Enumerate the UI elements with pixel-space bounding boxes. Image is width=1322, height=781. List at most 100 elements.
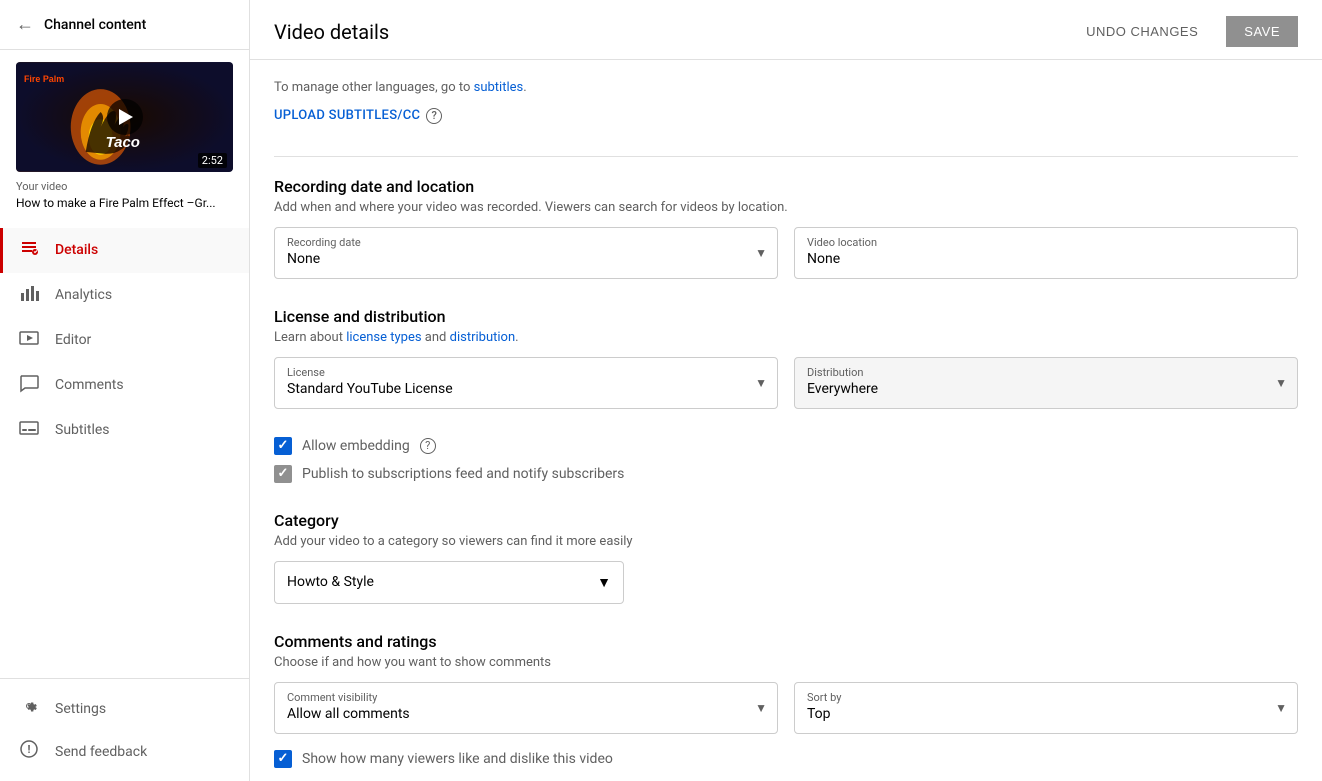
distribution-select[interactable]: Distribution Everywhere ▼ <box>794 357 1298 409</box>
feedback-label: Send feedback <box>55 744 147 760</box>
recording-section-desc: Add when and where your video was record… <box>274 200 1298 215</box>
video-duration: 2:52 <box>198 153 227 168</box>
sidebar-item-subtitles[interactable]: Subtitles <box>0 408 249 453</box>
sort-by-field: Sort by Top ▼ <box>794 682 1298 734</box>
video-info: Your video How to make a Fire Palm Effec… <box>0 180 249 224</box>
video-title: How to make a Fire Palm Effect –Gr... <box>16 195 233 212</box>
license-section-desc: Learn about license types and distributi… <box>274 330 1298 345</box>
back-button[interactable]: ← <box>16 14 34 35</box>
details-icon <box>19 238 39 263</box>
details-label: Details <box>55 242 98 258</box>
embedding-help-icon[interactable]: ? <box>420 438 436 454</box>
video-location-label: Video location <box>807 236 1285 249</box>
comment-visibility-arrow: ▼ <box>755 701 767 715</box>
license-section-title: License and distribution <box>274 307 1298 326</box>
main-header: Video details UNDO CHANGES SAVE <box>250 0 1322 60</box>
analytics-label: Analytics <box>55 287 112 303</box>
comments-icon <box>19 373 39 398</box>
editor-label: Editor <box>55 332 91 348</box>
show-likes-label: Show how many viewers like and dislike t… <box>302 751 613 767</box>
video-location-field: Video location None <box>794 227 1298 279</box>
show-likes-row: ✓ Show how many viewers like and dislike… <box>274 750 1298 768</box>
category-arrow: ▼ <box>597 574 611 591</box>
upload-subtitles-button[interactable]: UPLOAD SUBTITLES/CC ? <box>274 108 442 124</box>
subtitles-icon <box>19 418 39 443</box>
show-likes-checkbox[interactable]: ✓ <box>274 750 292 768</box>
editor-icon <box>19 328 39 353</box>
likes-checkmark-icon: ✓ <box>278 751 289 766</box>
category-value: Howto & Style <box>287 574 374 590</box>
allow-embedding-label: Allow embedding <box>302 438 410 454</box>
comments-ratings-section: Comments and ratings Choose if and how y… <box>274 632 1298 768</box>
license-types-link[interactable]: license types <box>346 330 421 345</box>
subtitles-section: To manage other languages, go to subtitl… <box>274 80 1298 128</box>
license-arrow: ▼ <box>755 376 767 390</box>
distribution-value: Everywhere <box>807 381 1285 397</box>
allow-embedding-row: ✓ Allow embedding ? <box>274 437 1298 455</box>
nav-items: Details Analytics Editor Comments Subtit… <box>0 224 249 678</box>
distribution-field: Distribution Everywhere ▼ <box>794 357 1298 409</box>
checkmark-icon: ✓ <box>278 438 289 453</box>
comments-label: Comments <box>55 377 124 393</box>
recording-date-value: None <box>287 251 765 267</box>
subtitles-label: Subtitles <box>55 422 110 438</box>
category-section: Category Add your video to a category so… <box>274 511 1298 604</box>
analytics-icon <box>19 283 39 308</box>
distribution-link[interactable]: distribution <box>450 330 516 345</box>
save-button[interactable]: SAVE <box>1226 16 1298 47</box>
svg-text:!: ! <box>28 743 31 756</box>
recording-section-title: Recording date and location <box>274 177 1298 196</box>
settings-label: Settings <box>55 701 106 717</box>
subtitles-desc: To manage other languages, go to subtitl… <box>274 80 1298 95</box>
category-section-title: Category <box>274 511 1298 530</box>
sidebar-item-details[interactable]: Details <box>0 228 249 273</box>
distribution-arrow: ▼ <box>1275 376 1287 390</box>
sort-by-select[interactable]: Sort by Top ▼ <box>794 682 1298 734</box>
video-thumbnail: Fire Palm Taco 2:52 <box>16 62 233 172</box>
sidebar-item-comments[interactable]: Comments <box>0 363 249 408</box>
distribution-label: Distribution <box>807 366 1285 379</box>
subtitles-link[interactable]: subtitles <box>474 80 524 95</box>
recording-section: Recording date and location Add when and… <box>274 177 1298 279</box>
sort-by-value: Top <box>807 706 1285 722</box>
sidebar-item-analytics[interactable]: Analytics <box>0 273 249 318</box>
comments-section-title: Comments and ratings <box>274 632 1298 651</box>
feedback-icon: ! <box>19 740 39 763</box>
category-section-desc: Add your video to a category so viewers … <box>274 534 1298 549</box>
undo-changes-button[interactable]: UNDO CHANGES <box>1074 16 1210 47</box>
video-location-value: None <box>807 251 1285 267</box>
comments-form-row: Comment visibility Allow all comments ▼ … <box>274 682 1298 734</box>
sidebar-item-editor[interactable]: Editor <box>0 318 249 363</box>
upload-help-icon[interactable]: ? <box>426 108 442 124</box>
comments-section-desc: Choose if and how you want to show comme… <box>274 655 1298 670</box>
sidebar-bottom: Settings ! Send feedback <box>0 678 249 781</box>
recording-date-field: Recording date None ▼ <box>274 227 778 279</box>
recording-date-label: Recording date <box>287 236 765 249</box>
publish-notify-row: ✓ Publish to subscriptions feed and noti… <box>274 465 1298 483</box>
video-location-input[interactable]: Video location None <box>794 227 1298 279</box>
publish-notify-checkbox[interactable]: ✓ <box>274 465 292 483</box>
channel-content-label: Channel content <box>44 17 146 33</box>
license-value: Standard YouTube License <box>287 381 765 397</box>
comment-visibility-label: Comment visibility <box>287 691 765 704</box>
embedding-section: ✓ Allow embedding ? ✓ Publish to subscri… <box>274 437 1298 483</box>
category-select[interactable]: Howto & Style ▼ <box>274 561 624 604</box>
publish-notify-label: Publish to subscriptions feed and notify… <box>302 466 624 482</box>
play-button-overlay <box>107 99 143 135</box>
sidebar-item-feedback[interactable]: ! Send feedback <box>0 730 249 773</box>
header-actions: UNDO CHANGES SAVE <box>1074 16 1298 47</box>
recording-date-arrow: ▼ <box>755 246 767 260</box>
recording-date-select[interactable]: Recording date None ▼ <box>274 227 778 279</box>
license-select[interactable]: License Standard YouTube License ▼ <box>274 357 778 409</box>
comment-visibility-value: Allow all comments <box>287 706 765 722</box>
svg-text:Fire Palm: Fire Palm <box>24 74 64 84</box>
settings-icon <box>19 697 39 720</box>
allow-embedding-checkbox[interactable]: ✓ <box>274 437 292 455</box>
comment-visibility-select[interactable]: Comment visibility Allow all comments ▼ <box>274 682 778 734</box>
your-video-label: Your video <box>16 180 233 193</box>
license-label: License <box>287 366 765 379</box>
license-form-row: License Standard YouTube License ▼ Distr… <box>274 357 1298 409</box>
sidebar-item-settings[interactable]: Settings <box>0 687 249 730</box>
page-title: Video details <box>274 20 389 44</box>
publish-checkmark-icon: ✓ <box>278 466 289 481</box>
